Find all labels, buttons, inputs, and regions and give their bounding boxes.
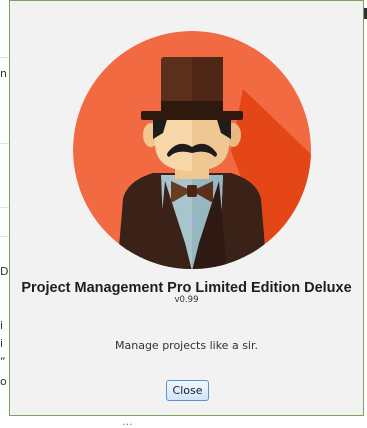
background-divider [0, 207, 9, 208]
app-version: v0.99 [174, 295, 199, 305]
background-window-footer: ... [0, 415, 367, 428]
close-button[interactable]: Close [166, 380, 209, 401]
background-divider [0, 236, 9, 237]
background-divider [0, 57, 9, 58]
background-text-fragment: D [0, 265, 9, 278]
background-text-fragment: n [0, 67, 7, 80]
gentleman-avatar-icon [73, 31, 311, 269]
hat-band [161, 101, 223, 111]
background-text-fragment: o [0, 375, 7, 388]
background-text-fragment: i [0, 337, 4, 350]
app-title: Project Management Pro Limited Edition D… [21, 280, 352, 296]
hat-brim [141, 111, 243, 120]
background-text-fragment: “ [0, 355, 6, 368]
background-text-fragment: i [0, 319, 4, 332]
background-divider [0, 143, 9, 144]
app-tagline: Manage projects like a sir. [115, 339, 258, 352]
about-dialog: Project Management Pro Limited Edition D… [9, 0, 364, 416]
background-footer-text: ... [122, 415, 133, 428]
